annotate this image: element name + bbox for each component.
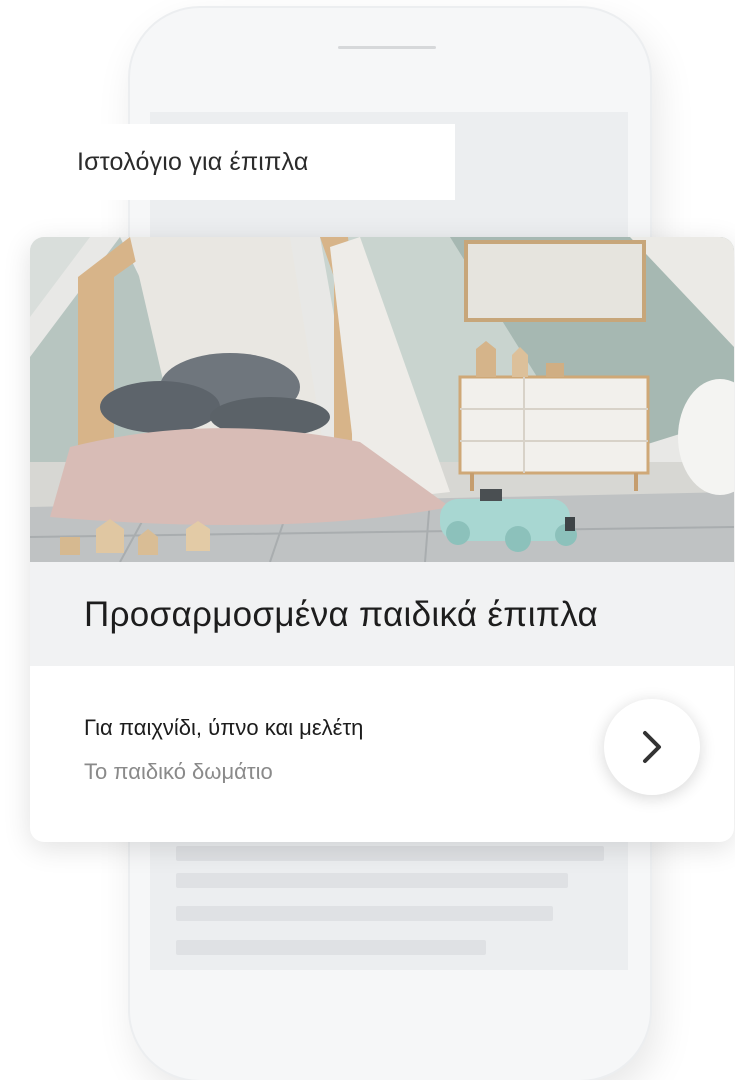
placeholder-line <box>176 906 553 921</box>
placeholder-line <box>176 846 604 861</box>
article-card[interactable]: Προσαρμοσμένα παιδικά έπιπλα Για παιχνίδ… <box>30 237 734 842</box>
placeholder-line <box>176 940 486 955</box>
phone-speaker <box>338 46 436 49</box>
placeholder-line <box>176 873 568 888</box>
card-subtitle: Το παιδικό δωμάτιο <box>84 759 273 784</box>
chevron-right-icon <box>643 731 661 763</box>
card-headline: Προσαρμοσμένα παιδικά έπιπλα <box>84 595 599 634</box>
site-title: Ιστολόγιο για έπιπλα <box>77 148 309 176</box>
kids-bedroom-image <box>30 237 734 562</box>
next-arrow-button[interactable] <box>604 699 700 795</box>
card-description: Για παιχνίδι, ύπνο και μελέτη <box>84 715 364 740</box>
site-header: Ιστολόγιο για έπιπλα <box>35 124 455 200</box>
